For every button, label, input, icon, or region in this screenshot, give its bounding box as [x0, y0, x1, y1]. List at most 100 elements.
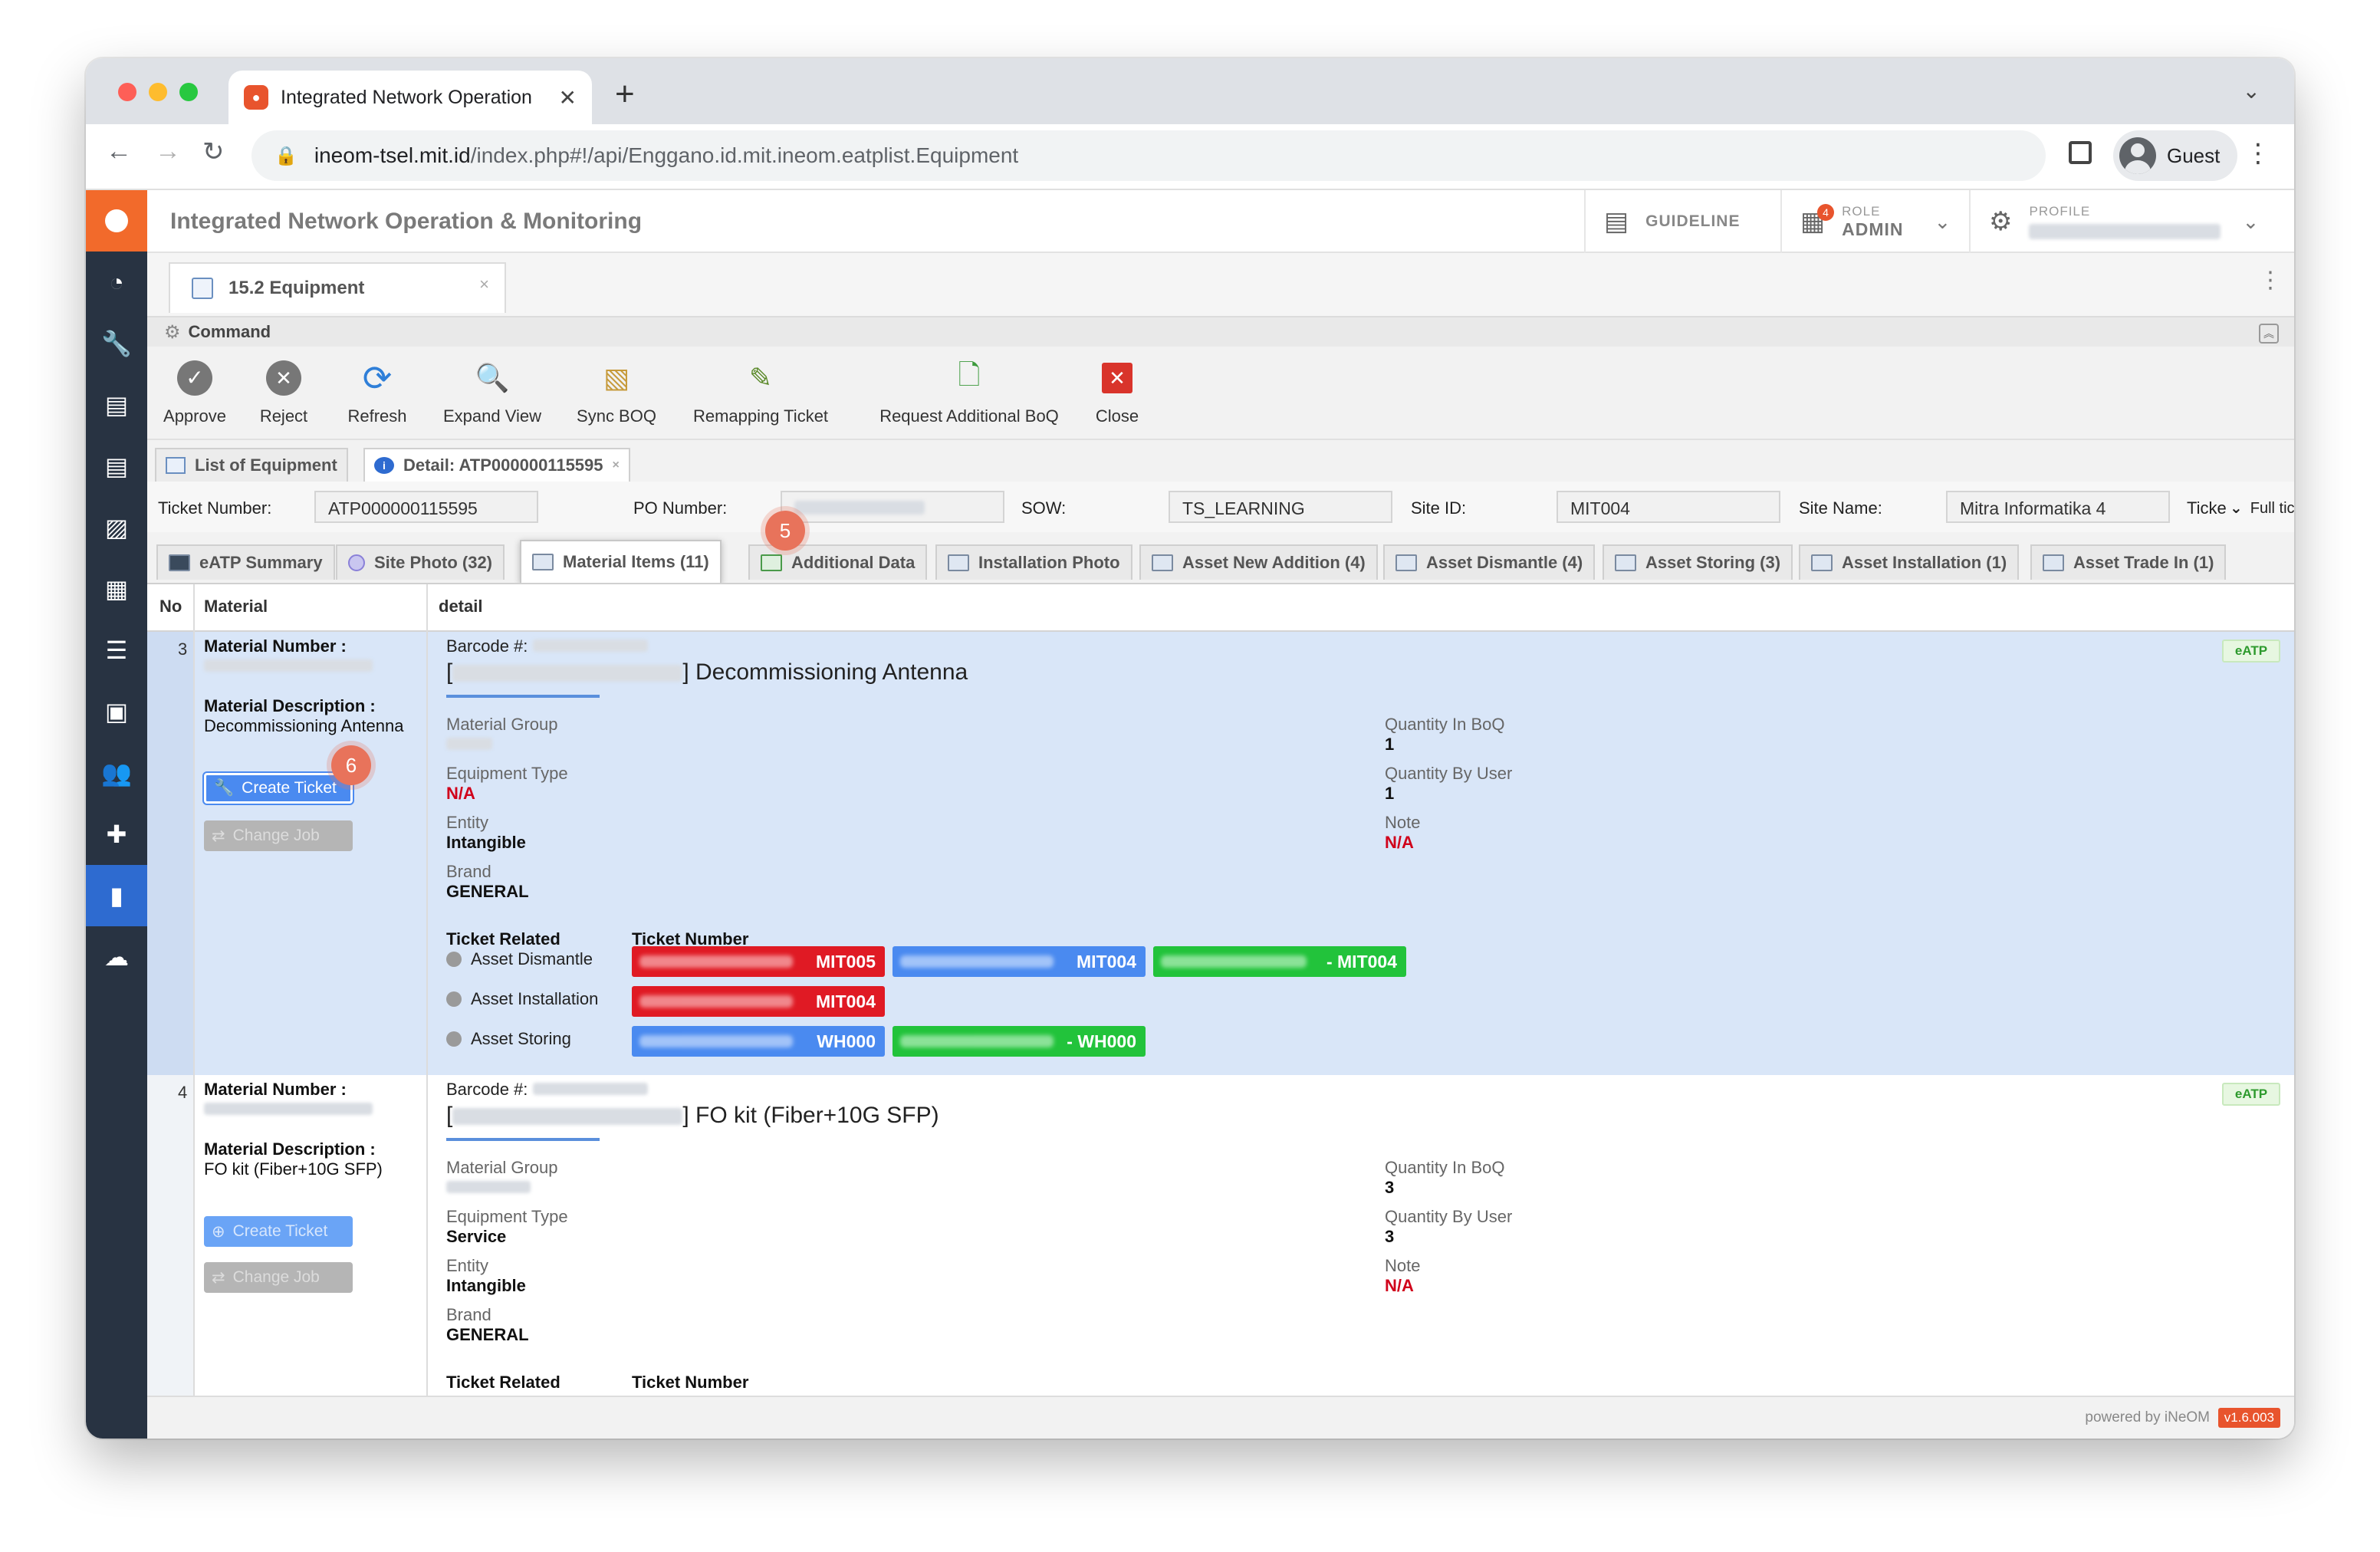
browser-tab-active[interactable]: ● Integrated Network Operation ✕	[228, 71, 592, 124]
tab-list-of-equipment[interactable]: List of Equipment	[155, 448, 348, 482]
table-icon	[192, 278, 213, 299]
site-name-field[interactable]: Mitra Informatika 4	[1946, 491, 2170, 523]
tab-additional-data[interactable]: Additional Data	[748, 544, 928, 580]
swap-icon: ⇄	[212, 1268, 225, 1287]
store-icon[interactable]: ▦	[86, 558, 147, 620]
users-icon[interactable]: 👥	[86, 742, 147, 804]
brand-label: Brand	[446, 1305, 491, 1324]
quantity-in-boq-label: Quantity In BoQ	[1385, 1158, 1505, 1177]
minimize-window-button[interactable]	[149, 83, 167, 101]
role-selector[interactable]: ▦ 4 ROLE ADMIN ⌄	[1780, 190, 1969, 253]
change-job-button[interactable]: ⇄ Change Job	[204, 1262, 353, 1293]
entity-value: Intangible	[446, 833, 526, 852]
side-panel-icon[interactable]	[2069, 141, 2092, 164]
tab-search-chevron-icon[interactable]: ⌄	[2243, 78, 2260, 104]
ticket-chip[interactable]: - MIT004	[1153, 946, 1406, 977]
tab-asset-dismantle[interactable]: Asset Dismantle (4)	[1383, 544, 1596, 580]
tab-equipment[interactable]: 15.2 Equipment ×	[169, 262, 506, 313]
app-logo-icon[interactable]	[86, 190, 147, 252]
create-ticket-button[interactable]: 🔧 Create Ticket	[204, 773, 353, 804]
close-tab-icon[interactable]: ✕	[559, 85, 577, 110]
ticket-chip[interactable]: MIT005	[632, 946, 885, 977]
remapping-ticket-button[interactable]: ✎ Remapping Ticket	[684, 347, 837, 439]
site-id-field[interactable]: MIT004	[1557, 491, 1780, 523]
close-window-button[interactable]	[118, 83, 136, 101]
table-row[interactable]: 3 Material Number : Material Description…	[147, 632, 2294, 1075]
clipboard-list-icon[interactable]: ▤	[86, 436, 147, 497]
approve-button[interactable]: ✓ Approve	[158, 347, 232, 439]
ticket-chip[interactable]: WH000	[632, 1026, 885, 1057]
ticket-truncated-label: Ticke	[2187, 498, 2227, 518]
tab-installation-photo[interactable]: Installation Photo	[935, 544, 1132, 580]
ticket-number-label: Ticket Number:	[158, 498, 272, 518]
zoom-window-button[interactable]	[179, 83, 198, 101]
tab-detail[interactable]: i Detail: ATP000000115595 ×	[363, 448, 630, 482]
note-label: Note	[1385, 813, 1421, 832]
entity-label: Entity	[446, 813, 489, 832]
tab-material-items[interactable]: Material Items (11)	[520, 540, 722, 583]
expand-view-label: Expand View	[442, 406, 541, 426]
tab-asset-storing[interactable]: Asset Storing (3)	[1603, 544, 1793, 580]
ticket-chip[interactable]: - WH000	[893, 1026, 1146, 1057]
equipment-type-value: N/A	[446, 784, 475, 803]
material-number-redacted	[204, 659, 373, 672]
material-title: [] FO kit (Fiber+10G SFP)	[446, 1103, 939, 1128]
material-cell: Material Number : Material Description :…	[204, 1075, 436, 1396]
ticket-chip[interactable]: MIT004	[632, 986, 885, 1017]
create-ticket-button[interactable]: ⊕ Create Ticket	[204, 1216, 353, 1247]
more-options-icon[interactable]: ⋮	[2259, 267, 2282, 294]
sow-field[interactable]: TS_LEARNING	[1169, 491, 1392, 523]
expand-view-button[interactable]: 🔍 Expand View	[439, 347, 546, 439]
barcode-label: Barcode #:	[446, 636, 648, 656]
tab-asset-new-addition[interactable]: Asset New Addition (4)	[1139, 544, 1378, 580]
close-icon[interactable]: ×	[479, 275, 489, 294]
dashboard-icon[interactable]: ◔	[86, 252, 147, 313]
ticket-number-field[interactable]: ATP000000115595	[314, 491, 538, 523]
reload-icon[interactable]: ↻	[202, 136, 225, 167]
archive-icon[interactable]: ▣	[86, 681, 147, 742]
row-number: 4	[178, 1083, 188, 1102]
chevron-down-icon: ⌄	[2242, 209, 2260, 233]
browser-menu-icon[interactable]: ⋮	[2245, 138, 2271, 169]
close-button[interactable]: ✕ Close	[1089, 347, 1146, 439]
po-number-field[interactable]	[781, 491, 1004, 523]
change-job-button[interactable]: ⇄ Change Job	[204, 820, 353, 851]
chevron-down-icon: ⌄	[1934, 209, 1951, 233]
tab-asset-installation[interactable]: Asset Installation (1)	[1799, 544, 2020, 580]
puzzle-icon[interactable]: ✚	[86, 804, 147, 865]
asset-icon	[1152, 554, 1173, 571]
ticket-chip[interactable]: MIT004	[893, 946, 1146, 977]
back-arrow-icon[interactable]: ←	[106, 136, 132, 166]
forward-arrow-icon[interactable]: →	[155, 136, 181, 166]
site-favicon-icon: ●	[244, 85, 268, 110]
equipment-type-value: Service	[446, 1227, 507, 1246]
refresh-button[interactable]: ⟳ Refresh	[342, 347, 413, 439]
close-icon[interactable]: ×	[613, 459, 620, 472]
request-additional-boq-button[interactable]: 🗋 Request Additional BoQ	[871, 347, 1067, 439]
clipboard-icon[interactable]: ▤	[86, 374, 147, 436]
server-icon[interactable]: ☰	[86, 620, 147, 681]
left-sidebar: ◔ 🔧 ▤ ▤ ▨ ▦ ☰ ▣ 👥 ✚ ▮ ☁	[86, 190, 147, 1439]
sync-boq-button[interactable]: ▧ Sync BOQ	[574, 347, 659, 439]
note-value: N/A	[1385, 833, 1414, 852]
wrench-icon[interactable]: 🔧	[86, 313, 147, 374]
cloud-icon[interactable]: ☁	[86, 926, 147, 988]
full-ticket-info-toggle[interactable]: ⌄Full ticket info	[2230, 498, 2294, 518]
profile-button[interactable]: Guest	[2113, 130, 2237, 181]
tab-eatp-summary[interactable]: eATP Summary	[156, 544, 335, 580]
tab-site-photo[interactable]: Site Photo (32)	[336, 544, 505, 580]
profile-selector[interactable]: ⚙ PROFILE ⌄	[1969, 190, 2294, 253]
document-add-icon: 🗋	[958, 358, 981, 390]
table-row[interactable]: 4 Material Number : Material Description…	[147, 1075, 2294, 1396]
related-asset-dismantle: Asset Dismantle	[446, 949, 593, 969]
guideline-button[interactable]: ▤ GUIDELINE	[1584, 190, 1780, 253]
reject-button[interactable]: ✕ Reject	[255, 347, 313, 439]
image-icon[interactable]: ▨	[86, 497, 147, 558]
address-bar[interactable]: 🔒 ineom-tsel.mit.id/index.php#!/api/Engg…	[251, 130, 2046, 181]
collapse-icon[interactable]: ︽	[2259, 324, 2279, 344]
tab-asset-trade-in[interactable]: Asset Trade In (1)	[2030, 544, 2227, 580]
book-icon[interactable]: ▮	[86, 865, 147, 926]
grid-header: No Material detail	[147, 584, 2294, 632]
new-tab-icon[interactable]: +	[615, 75, 635, 113]
row-number: 3	[178, 640, 188, 659]
